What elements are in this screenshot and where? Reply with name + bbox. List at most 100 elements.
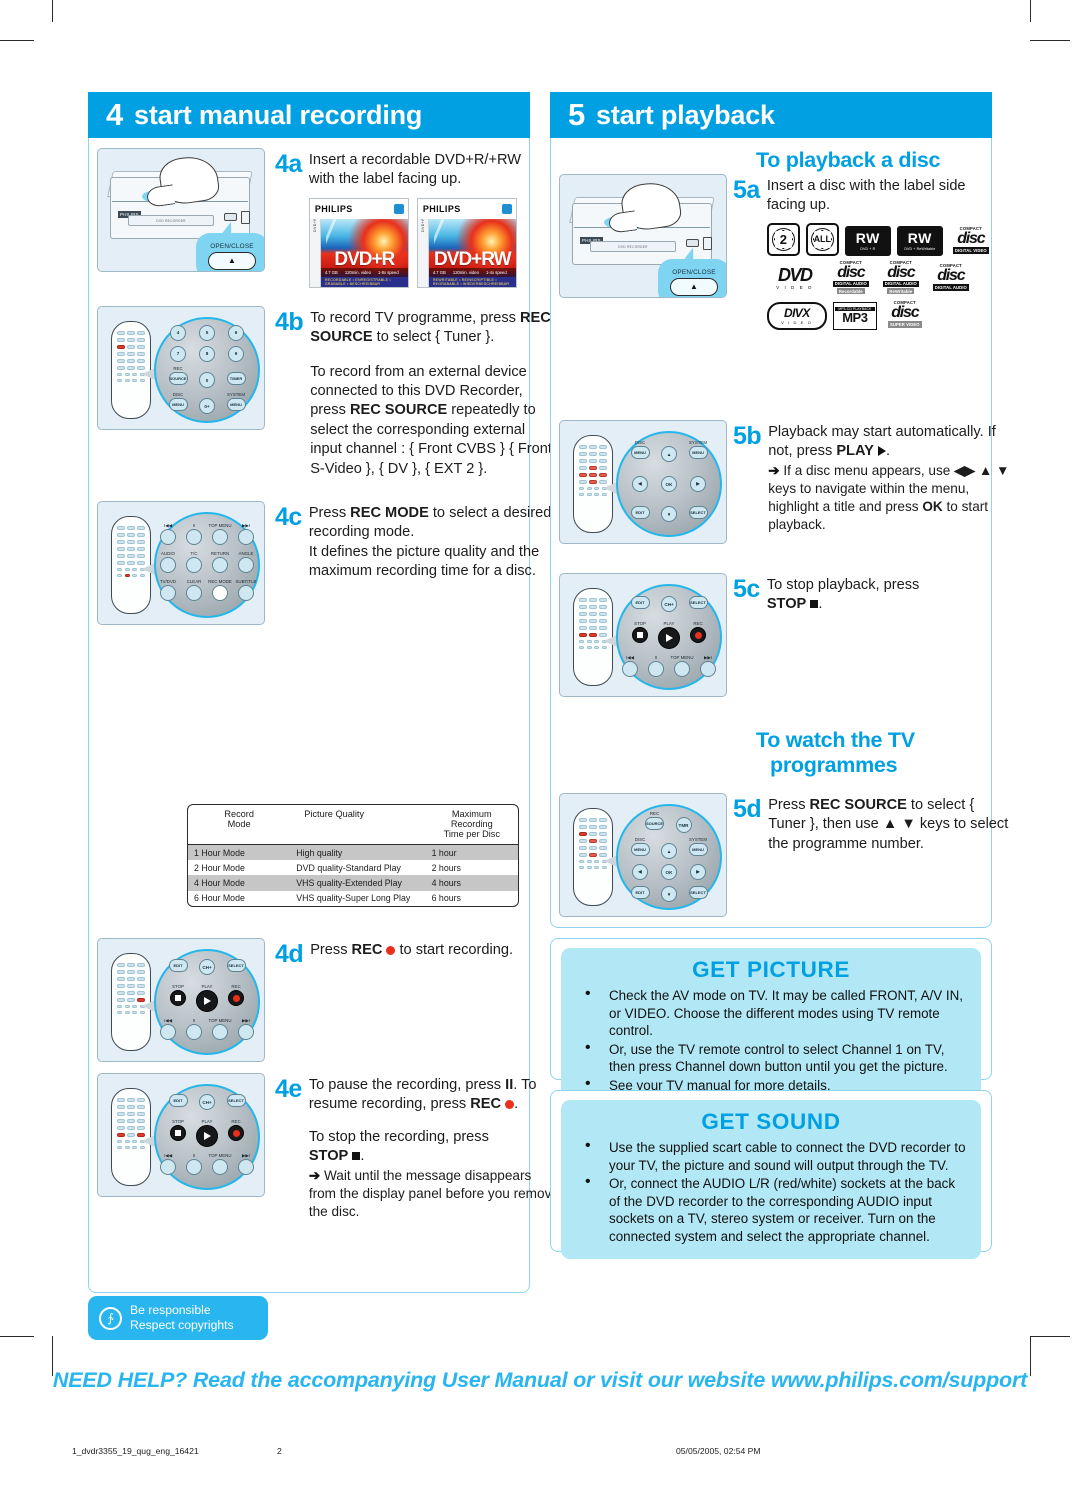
key-rec[interactable]: [228, 990, 244, 1007]
key-previous[interactable]: [622, 661, 638, 678]
key-7[interactable]: 7: [170, 345, 186, 362]
key-pause[interactable]: [186, 529, 202, 546]
key-up[interactable]: ▲: [661, 843, 677, 860]
figure-remote-stop: EDIT CH+ SELECT STOP PLAY REC I◀◀ II TOP…: [559, 573, 727, 697]
key-right[interactable]: ▶: [690, 864, 706, 880]
key-title-chapter[interactable]: [186, 557, 202, 574]
key-pause[interactable]: [648, 661, 664, 678]
key-stop[interactable]: [632, 627, 648, 644]
footer-timestamp: 05/05/2005, 02:54 PM: [676, 1446, 761, 1456]
key-rec[interactable]: [690, 627, 706, 644]
key-next[interactable]: [238, 1024, 254, 1041]
step-number-5c: 5c: [733, 575, 760, 603]
need-help-banner: NEED HELP? Read the accompanying User Ma…: [52, 1368, 1028, 1392]
region-2-icon: 2: [766, 222, 800, 256]
key-audio[interactable]: [160, 557, 176, 574]
key-timer[interactable]: TIMER: [226, 372, 246, 386]
key-stop[interactable]: [170, 1125, 186, 1142]
key-channel-up[interactable]: CH+: [199, 1094, 215, 1110]
key-edit[interactable]: EDIT: [630, 506, 650, 519]
key-channel-up[interactable]: CH+: [199, 959, 215, 975]
key-next[interactable]: [238, 529, 254, 546]
step-5c: EDIT CH+ SELECT STOP PLAY REC I◀◀ II TOP…: [559, 573, 1002, 697]
dvd-plus-rewritable-icon: RW DVD + ReWritable: [896, 225, 943, 256]
key-left[interactable]: ◀: [632, 864, 648, 880]
step-4b-p2b: REC SOURCE: [349, 402, 448, 419]
key-top-menu[interactable]: [212, 529, 228, 546]
key-angle[interactable]: [238, 557, 254, 574]
key-previous[interactable]: [160, 1024, 176, 1041]
key-9[interactable]: 9: [228, 345, 244, 362]
key-select[interactable]: SELECT: [688, 886, 708, 899]
key-previous[interactable]: [160, 529, 176, 546]
step-4c-p1b: REC MODE: [350, 505, 429, 522]
key-disc-menu[interactable]: MENU: [630, 843, 650, 857]
disc-foot-0-1: 120min. video: [344, 269, 371, 275]
key-pause[interactable]: [186, 1024, 202, 1041]
disc-foot-1-0: 4.7 GB: [432, 269, 446, 275]
key-stop[interactable]: [170, 990, 186, 1007]
section-start-playback: 5 start playback To playback a disc PHIL…: [550, 92, 1010, 1260]
key-tv-dvd[interactable]: [160, 585, 176, 602]
key-down[interactable]: ▼: [661, 506, 677, 522]
key-rec-mode[interactable]: [212, 585, 228, 602]
key-up[interactable]: ▲: [661, 446, 677, 463]
step-4c-p1a: Press: [308, 505, 351, 522]
step-4e: EDIT CH+ SELECT STOP PLAY REC I◀◀ II TOP…: [97, 1073, 561, 1220]
step-5b-note-d: OK: [922, 498, 943, 514]
eject-button[interactable]: ▲: [670, 277, 718, 296]
key-left[interactable]: ◀: [632, 476, 648, 492]
key-rec-source[interactable]: SOURCE: [168, 372, 188, 386]
key-clear[interactable]: [186, 585, 202, 602]
step-4c-p2: It defines the picture quality and the m…: [308, 543, 540, 580]
key-system-menu[interactable]: MENU: [688, 446, 708, 460]
key-disc-menu[interactable]: MENU: [630, 446, 650, 460]
key-previous[interactable]: [160, 1159, 176, 1176]
get-sound-bullet: Use the supplied scart cable to connect …: [575, 1136, 967, 1174]
key-next[interactable]: [238, 1159, 254, 1176]
eject-button[interactable]: ▲: [208, 251, 256, 270]
key-top-menu[interactable]: [212, 1159, 228, 1176]
key-ok[interactable]: OK: [661, 476, 677, 492]
key-0[interactable]: 0: [199, 372, 215, 389]
key-ch-down[interactable]: 0+: [199, 398, 215, 415]
dvd-video-icon: DVD V I D E O: [776, 264, 814, 290]
key-top-menu[interactable]: [674, 661, 690, 678]
key-down[interactable]: ▼: [661, 886, 677, 902]
key-right[interactable]: ▶: [690, 476, 706, 492]
key-edit[interactable]: EDIT: [630, 886, 650, 899]
key-edit[interactable]: EDIT: [168, 1094, 188, 1107]
key-system-menu[interactable]: MENU: [226, 398, 246, 412]
supported-disc-format-logos: 2 ALL RW DVD + R RW DVD + ReWritable COMPA…: [766, 222, 999, 330]
key-return[interactable]: [212, 557, 228, 574]
key-select[interactable]: SELECT: [688, 506, 708, 519]
key-pause[interactable]: [186, 1159, 202, 1176]
remote-zoom-callout: DISC MENU ▲ SYSTEM MENU ◀ OK ▶ EDIT ▼ SE…: [616, 431, 722, 537]
key-select[interactable]: SELECT: [688, 596, 708, 609]
figure-remote-tuner: REC SOURCE TMR DISC MENU ▲ SYSTEM MENU ◀ OK…: [559, 793, 727, 917]
cell-mode: 2 Hour Mode: [194, 862, 245, 873]
figure-dvd-recorder-insert-disc: PHILIPS DVD RECORDER OPEN/CLOSE ▲: [559, 174, 727, 330]
key-next[interactable]: [700, 661, 716, 678]
key-timer[interactable]: TMR: [675, 817, 692, 834]
key-play[interactable]: [658, 627, 680, 650]
key-rec-source[interactable]: SOURCE: [645, 817, 664, 831]
key-channel-up[interactable]: CH+: [661, 596, 677, 612]
disc-brand-1: PHILIPS: [422, 203, 461, 214]
key-edit[interactable]: EDIT: [168, 959, 188, 972]
key-play[interactable]: [196, 990, 218, 1013]
key-ok[interactable]: OK: [661, 864, 677, 880]
key-system-menu[interactable]: MENU: [688, 843, 708, 857]
key-top-menu[interactable]: [212, 1024, 228, 1041]
cell-mode: 6 Hour Mode: [194, 893, 245, 904]
cell-time: 4 hours: [431, 877, 461, 888]
figure-remote-rec-mode: I◀◀ II TOP MENU ▶▶I AUDIO T/C RETURN ANG…: [97, 501, 265, 626]
key-subtitle[interactable]: [238, 585, 254, 602]
key-select[interactable]: SELECT: [226, 1094, 246, 1107]
key-play[interactable]: [196, 1125, 218, 1148]
key-disc-menu[interactable]: MENU: [168, 398, 188, 412]
key-select[interactable]: SELECT: [226, 959, 246, 972]
key-8[interactable]: 8: [199, 345, 215, 362]
key-rec[interactable]: [228, 1125, 244, 1142]
key-edit[interactable]: EDIT: [630, 596, 650, 609]
